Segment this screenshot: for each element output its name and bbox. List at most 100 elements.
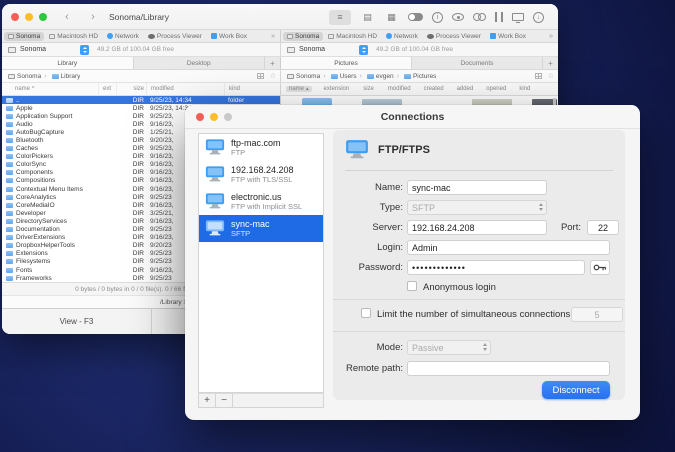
- toggle-switch-icon[interactable]: [408, 13, 423, 21]
- minimize-button[interactable]: [25, 13, 33, 21]
- right-pane-tabbar: Sonoma Macintosh HD Network: [280, 30, 558, 42]
- drive-stepper-icon[interactable]: [359, 45, 368, 55]
- connection-item[interactable]: 192.168.24.208 FTP with TLS/SSL: [199, 161, 323, 188]
- breadcrumb-item[interactable]: Users: [320, 73, 356, 80]
- anonymous-login-checkbox[interactable]: [407, 281, 417, 291]
- breadcrumb-item[interactable]: Pictures: [394, 73, 437, 80]
- password-field[interactable]: [407, 260, 585, 275]
- zoom-button[interactable]: [39, 13, 47, 21]
- connection-item[interactable]: sync-mac SFTP: [199, 215, 323, 242]
- disconnect-button[interactable]: Disconnect: [542, 381, 610, 399]
- folder-tab-documents[interactable]: Documents: [412, 57, 543, 69]
- connection-item[interactable]: electronic.us FTP with Implicit SSL: [199, 188, 323, 215]
- column-header-created[interactable]: created: [420, 86, 444, 92]
- breadcrumb-item[interactable]: Sonoma: [287, 73, 320, 80]
- column-header-name[interactable]: name ▴: [286, 86, 312, 92]
- login-field[interactable]: [407, 240, 610, 255]
- protocol-header: FTP/FTPS: [378, 144, 430, 156]
- right-drive-selector[interactable]: Sonoma 49.2 GB of 100.04 GB free: [280, 43, 558, 56]
- tab-overflow-icon[interactable]: »: [268, 33, 278, 40]
- password-key-button[interactable]: [590, 260, 610, 275]
- list-view-icon[interactable]: ≡: [329, 10, 351, 25]
- file-size-cell: DIR: [116, 137, 146, 144]
- add-tab-icon[interactable]: +: [265, 57, 280, 69]
- grid-view-icon[interactable]: ▦: [384, 10, 399, 25]
- column-header-kind[interactable]: kind: [515, 86, 530, 92]
- breadcrumb: Sonoma Users evgen: [287, 73, 436, 80]
- folder-tab-pictures[interactable]: Pictures: [281, 57, 412, 69]
- pane-tab[interactable]: Work Box: [486, 32, 530, 41]
- pane-tab[interactable]: Sonoma: [283, 32, 323, 41]
- folder-icon: [6, 178, 13, 183]
- pane-tab[interactable]: Process Viewer: [144, 32, 206, 41]
- grid-icon[interactable]: [257, 73, 264, 79]
- breadcrumb-item[interactable]: Library: [41, 73, 80, 80]
- left-drive-selector[interactable]: Sonoma 49.2 GB of 100.04 GB free: [2, 43, 280, 56]
- pane-tab[interactable]: Macintosh HD: [324, 32, 381, 41]
- file-size-cell: DIR: [116, 129, 146, 136]
- command-line[interactable]: /Library >: [160, 299, 187, 306]
- info-icon[interactable]: i: [432, 12, 443, 23]
- panel-header: FTP/FTPS: [345, 140, 430, 160]
- limit-connections-checkbox[interactable]: [361, 308, 371, 318]
- grid-icon[interactable]: [535, 73, 542, 79]
- folder-icon: [6, 219, 13, 224]
- tab-icon: [107, 33, 113, 39]
- folder-icon: [6, 211, 13, 216]
- drive-stepper-icon[interactable]: [80, 45, 89, 55]
- tab-icon: [148, 34, 155, 39]
- remote-path-field[interactable]: [407, 361, 610, 376]
- pane-tab[interactable]: Process Viewer: [423, 32, 485, 41]
- file-modified-cell: 9/25/23, 14:34: [146, 97, 224, 104]
- folder-tab-desktop[interactable]: Desktop: [134, 57, 266, 69]
- back-icon[interactable]: ‹: [61, 11, 73, 23]
- column-header-opened[interactable]: opened: [482, 86, 506, 92]
- preview-eye-icon[interactable]: [452, 13, 464, 21]
- view-f3-button[interactable]: View - F3: [2, 309, 152, 334]
- add-tab-icon[interactable]: +: [543, 57, 558, 69]
- remove-connection-button[interactable]: −: [216, 394, 233, 407]
- mode-label: Mode:: [333, 342, 403, 353]
- column-header-name[interactable]: name ^: [2, 86, 98, 92]
- tab-label: Process Viewer: [157, 33, 202, 40]
- connection-name: sync-mac: [231, 219, 270, 229]
- pane-tab[interactable]: Sonoma: [4, 32, 44, 41]
- column-header-added[interactable]: added: [453, 86, 474, 92]
- table-row[interactable]: .. DIR 9/25/23, 14:34 folder: [2, 96, 280, 104]
- column-header-extension[interactable]: extension: [320, 86, 350, 92]
- port-field[interactable]: [587, 220, 619, 235]
- star-icon[interactable]: ☆: [270, 73, 276, 80]
- pane-tab[interactable]: Work Box: [207, 32, 251, 41]
- breadcrumb-item[interactable]: Sonoma: [8, 73, 41, 80]
- forward-icon[interactable]: ›: [87, 11, 99, 23]
- compact-view-icon[interactable]: ▤: [360, 10, 375, 25]
- star-icon[interactable]: ☆: [548, 73, 554, 80]
- file-size-cell: DIR: [116, 194, 146, 201]
- search-binoculars-icon[interactable]: [473, 13, 486, 21]
- breadcrumb-item[interactable]: evgen: [357, 73, 394, 80]
- column-header-ext[interactable]: ext: [98, 83, 116, 95]
- add-connection-button[interactable]: +: [199, 394, 216, 407]
- tab-overflow-icon[interactable]: »: [546, 33, 556, 40]
- tab-label: Network: [115, 33, 139, 40]
- name-field[interactable]: [407, 180, 547, 195]
- connection-name: ftp-mac.com: [231, 138, 281, 148]
- close-button[interactable]: [11, 13, 19, 21]
- column-header-size[interactable]: size: [359, 86, 374, 92]
- pane-tab[interactable]: Network: [103, 32, 143, 41]
- display-icon[interactable]: [512, 13, 524, 21]
- pane-tab[interactable]: Macintosh HD: [45, 32, 102, 41]
- file-name-cell: Components: [2, 169, 98, 176]
- column-header-modified[interactable]: modified: [384, 86, 411, 92]
- connection-protocol: FTP with TLS/SSL: [231, 175, 294, 184]
- drive-name: Sonoma: [20, 46, 46, 53]
- connection-item[interactable]: ftp-mac.com FTP: [199, 134, 323, 161]
- eject-icon[interactable]: ↓: [533, 12, 544, 23]
- column-header-modified[interactable]: modified: [146, 83, 224, 95]
- type-select: SFTP: [407, 200, 547, 215]
- pause-columns-icon[interactable]: [495, 12, 503, 22]
- column-header-kind[interactable]: kind: [224, 83, 280, 95]
- pane-tab[interactable]: Network: [382, 32, 422, 41]
- column-header-size[interactable]: size: [116, 83, 146, 95]
- folder-tab-library[interactable]: Library: [2, 57, 134, 69]
